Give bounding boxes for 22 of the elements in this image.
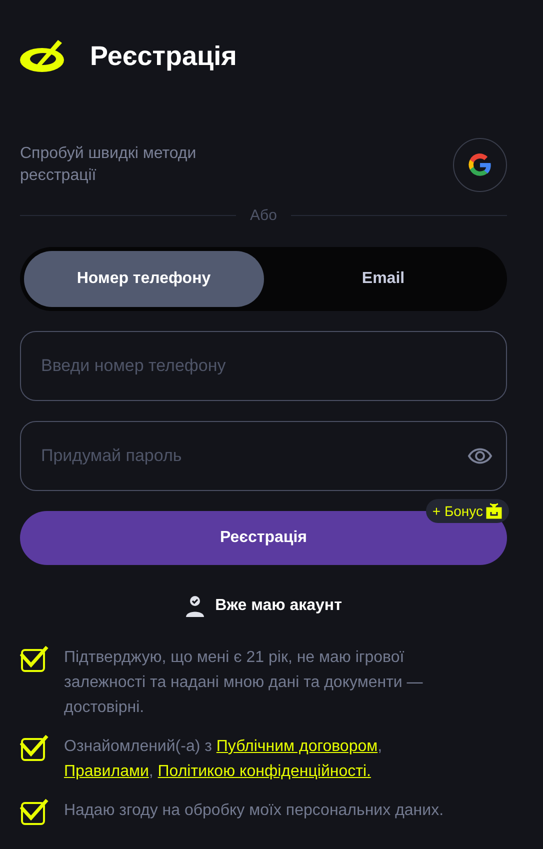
tab[interactable]: Номер телефону xyxy=(24,251,264,307)
checkbox[interactable] xyxy=(20,734,50,762)
policy-link[interactable]: Політикою конфіденційності. xyxy=(158,763,371,780)
checkbox[interactable] xyxy=(20,798,50,826)
policy-link[interactable]: Публічним договором xyxy=(216,738,378,755)
consent-text: Підтверджую, що мені є 21 рік, не маю ігрової залежності та надані мною дані та документи — достовірні. xyxy=(64,648,424,718)
page-title: Реєстрація xyxy=(90,40,237,72)
consent-text: Надаю згоду на обробку моїх персональних даних. xyxy=(64,801,444,821)
gift-icon xyxy=(485,502,503,520)
policy-link[interactable]: Правилами xyxy=(64,763,149,780)
divider-label: Або xyxy=(250,207,277,224)
tab[interactable]: Email xyxy=(264,251,503,307)
consent-text: Ознайомлений(-а) з Публічним договором, Правилами, Політикою конфіденційності. xyxy=(64,737,384,782)
quick-signup-text: Спробуй швидкі методи реєстрації xyxy=(20,144,198,186)
password-field[interactable]: Придумай пароль xyxy=(20,421,507,491)
google-button[interactable] xyxy=(453,138,507,192)
login-link[interactable]: Вже маю акаунт xyxy=(185,595,342,617)
user-check-icon xyxy=(185,595,206,617)
google-icon xyxy=(467,152,493,178)
checkbox[interactable] xyxy=(20,645,50,673)
phone-field[interactable]: Введи номер телефону xyxy=(20,331,507,401)
eye-icon[interactable] xyxy=(467,446,493,466)
